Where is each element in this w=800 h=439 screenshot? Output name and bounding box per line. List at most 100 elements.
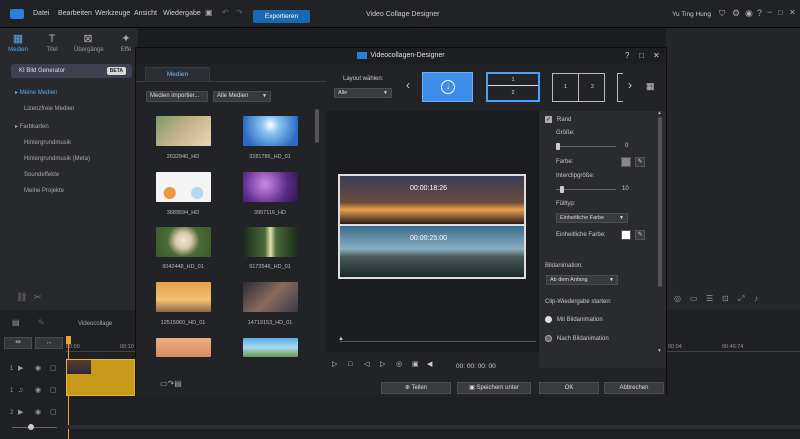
prev-frame-icon[interactable]: ◁ (364, 361, 369, 368)
menu-datei[interactable]: Datei (33, 10, 49, 17)
link-icon[interactable]: ⛓ (16, 293, 27, 302)
undo-icon[interactable]: ↶ (222, 9, 229, 17)
zoom-slider-knob[interactable] (28, 424, 34, 430)
save-icon[interactable]: ▣ (205, 9, 213, 17)
chevron-left-icon[interactable]: ‹ (406, 79, 410, 91)
grid-view-icon[interactable]: ▦ (646, 82, 655, 91)
chevron-right-icon[interactable]: › (628, 79, 632, 91)
tab-media[interactable]: ▦ Medien (4, 34, 32, 54)
scroll-down-icon[interactable]: ▼ (657, 349, 662, 354)
eyedropper-button[interactable]: ✎ (635, 157, 645, 167)
collage-cell-top[interactable]: 00:00:18:26 (340, 176, 524, 224)
snapshot-icon[interactable]: ◎ (396, 361, 402, 368)
save-as-button[interactable]: ▣ Speichern unter (457, 382, 531, 394)
eye-icon[interactable]: ◉ (35, 387, 41, 394)
settings-icon[interactable]: ☰ (706, 295, 713, 303)
eye-icon[interactable]: ◉ (35, 409, 41, 416)
tree-item-sound-effects[interactable]: Soundeffekte (24, 172, 59, 178)
import-media-button[interactable]: Medien importier... (146, 91, 208, 102)
size-slider[interactable] (556, 146, 616, 147)
layout-option-two-columns[interactable]: 1 2 (552, 73, 605, 102)
layout-option-download[interactable]: ↓ (422, 72, 473, 102)
display-mode-icon[interactable]: ▣ (412, 361, 419, 368)
play-icon[interactable]: ▷ (332, 361, 337, 368)
interclip-slider-knob[interactable] (560, 186, 564, 193)
edit-icon[interactable]: ✎ (38, 319, 45, 327)
next-frame-icon[interactable]: ▷ (380, 361, 385, 368)
eye-icon[interactable]: ◉ (35, 365, 41, 372)
collage-cell-bottom[interactable]: 00:00:25:00 (340, 226, 524, 277)
tree-item-background-music[interactable]: Hintergrundmusik (24, 140, 71, 146)
lock-icon[interactable]: ▢ (50, 365, 57, 372)
media-scrollbar[interactable] (315, 109, 319, 143)
scroll-up-icon[interactable]: ▲ (657, 111, 662, 116)
media-thumbnail[interactable] (156, 116, 211, 146)
close-icon[interactable]: ✕ (789, 9, 796, 17)
interclip-slider[interactable] (556, 189, 616, 190)
user-name[interactable]: Yu Ting Hung (672, 11, 711, 18)
preview-seek-bar[interactable] (340, 341, 536, 342)
animation-select[interactable]: Ab dem Anfang ▼ (546, 275, 618, 285)
layout-option-partial[interactable] (617, 73, 623, 102)
media-thumbnail[interactable] (156, 338, 211, 357)
tree-item-color-boards[interactable]: ▸ Farbkarten (15, 123, 49, 130)
fullscreen-icon[interactable]: ⤢ (738, 295, 744, 303)
media-thumbnail[interactable] (243, 172, 298, 202)
cancel-button[interactable]: Abbrechen (604, 382, 664, 394)
dialog-maximize-icon[interactable]: □ (639, 52, 644, 60)
ok-button[interactable]: OK (539, 382, 599, 394)
radio-with-animation[interactable] (545, 316, 552, 323)
media-thumbnail[interactable] (156, 282, 211, 312)
replace-media-icon[interactable]: ▭↷▤ (160, 380, 182, 388)
help-icon[interactable]: ? (757, 9, 762, 18)
layout-filter-select[interactable]: Alle ▼ (334, 88, 392, 98)
fill-type-select[interactable]: Einheitliche Farbe ▼ (556, 213, 628, 223)
tree-item-my-projects[interactable]: Meine Projekte (24, 188, 64, 194)
maximize-icon[interactable]: □ (778, 9, 783, 17)
zoom-slider[interactable] (12, 427, 57, 428)
redo-icon[interactable]: ↷ (236, 9, 243, 17)
media-filter-select[interactable]: Alle Medien ▼ (213, 91, 271, 102)
tree-item-background-music-meta[interactable]: Hintergrundmusik (Meta) (24, 156, 90, 162)
fill-color-swatch[interactable] (621, 230, 631, 240)
snapshot-icon[interactable]: ◎ (674, 295, 681, 303)
unlink-icon[interactable]: ✂ (34, 293, 42, 302)
media-thumbnail[interactable] (243, 282, 298, 312)
size-slider-knob[interactable] (556, 143, 560, 150)
zoom-timeline-button[interactable]: ↔ (35, 337, 63, 349)
minimize-icon[interactable]: − (767, 8, 772, 17)
menu-bearbeiten[interactable]: Bearbeiten (58, 10, 92, 17)
properties-scrollbar[interactable] (658, 117, 662, 287)
eyedropper-button[interactable]: ✎ (635, 230, 645, 240)
media-thumbnail[interactable] (243, 116, 298, 146)
lock-icon[interactable]: ▢ (50, 409, 57, 416)
tab-title[interactable]: T Titel (38, 34, 66, 54)
layout-option-two-rows[interactable]: 1 2 (486, 72, 540, 102)
fit-timeline-button[interactable]: ⇹ (4, 337, 32, 349)
radio-after-animation[interactable] (545, 335, 552, 342)
dialog-close-icon[interactable]: ✕ (653, 52, 660, 60)
lock-icon[interactable]: ▢ (50, 387, 57, 394)
horizontal-scrollbar[interactable] (66, 425, 800, 429)
tree-item-free-media[interactable]: Lizenzfreie Medien (24, 106, 74, 112)
tree-item-my-media[interactable]: ▸ Meine Medien (15, 89, 57, 96)
display-icon[interactable]: ▭ (690, 295, 698, 303)
playhead[interactable] (66, 336, 71, 344)
border-checkbox[interactable]: ✓ (545, 116, 552, 123)
tab-media[interactable]: Medien (145, 67, 210, 81)
menu-ansicht[interactable]: Ansicht (134, 10, 157, 17)
stop-icon[interactable]: □ (348, 361, 352, 368)
media-thumbnail[interactable] (156, 227, 211, 257)
share-button[interactable]: ⊕ Teilen (381, 382, 451, 394)
notification-icon[interactable]: ◉ (745, 9, 753, 18)
border-color-swatch[interactable] (621, 157, 631, 167)
cart-icon[interactable]: ⛉ (719, 10, 725, 18)
menu-wiedergabe[interactable]: Wiedergabe (163, 10, 201, 17)
media-thumbnail[interactable] (243, 338, 298, 357)
export-button[interactable]: Exportieren (253, 10, 310, 23)
seek-knob-icon[interactable]: ▲ (338, 336, 344, 342)
timeline-view-icon[interactable]: ▤ (12, 319, 20, 327)
media-thumbnail[interactable] (243, 227, 298, 257)
volume-icon[interactable]: ◀ (427, 361, 432, 368)
tab-transitions[interactable]: ⊠ Übergänge (74, 34, 104, 54)
